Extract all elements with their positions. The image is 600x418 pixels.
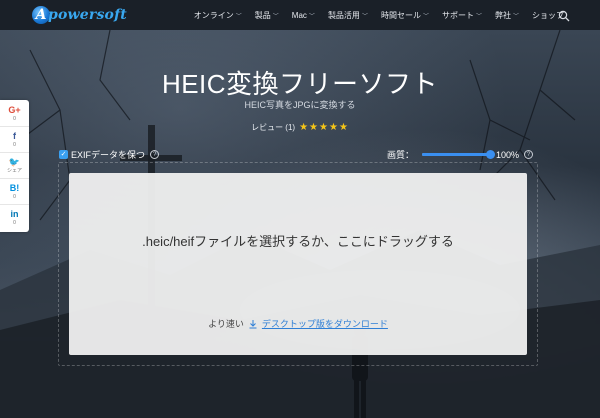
exif-checkbox[interactable]: ✓ xyxy=(59,150,68,159)
file-drop-zone[interactable]: .heic/heifファイルを選択するか、ここにドラッグする より速い デスクト… xyxy=(69,173,527,355)
share-count: 0 xyxy=(13,220,16,226)
review-label[interactable]: レビュー (1) xyxy=(251,122,295,133)
rating-stars: ★★★★★ xyxy=(299,122,349,133)
review-row: レビュー (1) ★★★★★ xyxy=(0,122,600,133)
search-icon[interactable] xyxy=(558,10,570,22)
quality-label: 画質： xyxy=(387,150,415,160)
chevron-down-icon: ﹀ xyxy=(361,13,368,20)
nav-item-label: Mac xyxy=(291,10,307,20)
quality-help-icon[interactable]: ? xyxy=(524,150,534,159)
nav-item-label: 製品 xyxy=(254,10,271,20)
share-count: 0 xyxy=(13,141,16,148)
faster-label: より速い xyxy=(208,319,244,329)
nav-item[interactable]: Mac ﹀ xyxy=(292,11,315,20)
chevron-down-icon: ﹀ xyxy=(422,13,429,20)
share-count: シェア xyxy=(6,167,22,174)
social-share-sidebar: G+ 0 f 0 🐦 シェア B! 0 in 0 xyxy=(0,100,29,232)
quality-slider[interactable] xyxy=(422,150,496,159)
drop-prompt[interactable]: .heic/heifファイルを選択するか、ここにドラッグする xyxy=(69,231,527,250)
nav-item[interactable]: 時間セール ﹀ xyxy=(381,10,429,21)
nav-item-label: サポート xyxy=(441,10,474,20)
nav-item-label: 弊社 xyxy=(494,10,511,20)
download-icon xyxy=(249,319,257,328)
share-count: 0 xyxy=(13,115,16,122)
nav-item-label: 製品活用 xyxy=(327,10,360,20)
quality-value: 100% xyxy=(496,149,520,160)
social-share-button[interactable]: G+ 0 xyxy=(0,101,29,127)
page-subtitle: HEIC写真をJPGに変換する xyxy=(244,100,356,110)
chevron-down-icon: ﹀ xyxy=(272,13,279,20)
social-share-button[interactable]: in 0 xyxy=(0,205,29,231)
twitter-icon: 🐦 xyxy=(8,156,21,167)
chevron-down-icon: ﹀ xyxy=(512,13,519,20)
download-desktop-link[interactable]: デスクトップ版をダウンロード xyxy=(262,317,388,330)
exif-option: ✓ EXIFデータを保つ ? xyxy=(59,148,160,161)
nav-item-label: オンライン xyxy=(193,10,234,20)
facebook-icon: f xyxy=(13,130,16,141)
help-icon[interactable]: ? xyxy=(150,150,160,159)
quality-option: 画質： 100% ? xyxy=(387,148,534,161)
top-navbar: A powersoft オンライン ﹀ 製品 ﹀ Mac ﹀ 製品活用 ﹀ 時間セール ﹀ サポート… xyxy=(0,0,600,30)
google-plus-icon: G+ xyxy=(8,104,21,115)
nav-item[interactable]: 製品活用 ﹀ xyxy=(328,10,368,21)
nav-item[interactable]: 製品 ﹀ xyxy=(255,10,279,21)
nav-item[interactable]: オンライン ﹀ xyxy=(194,10,242,21)
nav-menu: オンライン ﹀ 製品 ﹀ Mac ﹀ 製品活用 ﹀ 時間セール ﹀ サポート ﹀ 弊社 ﹀ ショップ xyxy=(181,0,564,30)
nav-item[interactable]: 弊社 ﹀ xyxy=(495,10,519,21)
nav-item[interactable]: サポート ﹀ xyxy=(442,10,482,21)
quality-slider-handle[interactable] xyxy=(486,150,496,159)
share-count: 0 xyxy=(13,193,16,200)
social-share-button[interactable]: f0 xyxy=(0,127,29,153)
social-share-button[interactable]: B! 0 xyxy=(0,179,29,205)
linkedin-icon: in xyxy=(10,209,19,219)
chevron-down-icon: ﹀ xyxy=(308,13,315,20)
hatena-bookmark-icon: B! xyxy=(9,182,20,193)
social-share-button[interactable]: 🐦 シェア xyxy=(0,153,29,179)
desktop-download-row: より速い デスクトップ版をダウンロード xyxy=(69,317,527,330)
nav-item-label: 時間セール xyxy=(380,10,421,20)
quality-slider-fill xyxy=(422,153,491,156)
exif-label[interactable]: EXIFデータを保つ xyxy=(71,148,145,161)
chevron-down-icon: ﹀ xyxy=(235,13,242,20)
apowersoft-logo[interactable]: A powersoft xyxy=(32,4,127,26)
page-title: HEIC変換フリーソフト xyxy=(161,69,439,99)
chevron-down-icon: ﹀ xyxy=(475,13,482,20)
logo-text: powersoft xyxy=(48,7,127,23)
